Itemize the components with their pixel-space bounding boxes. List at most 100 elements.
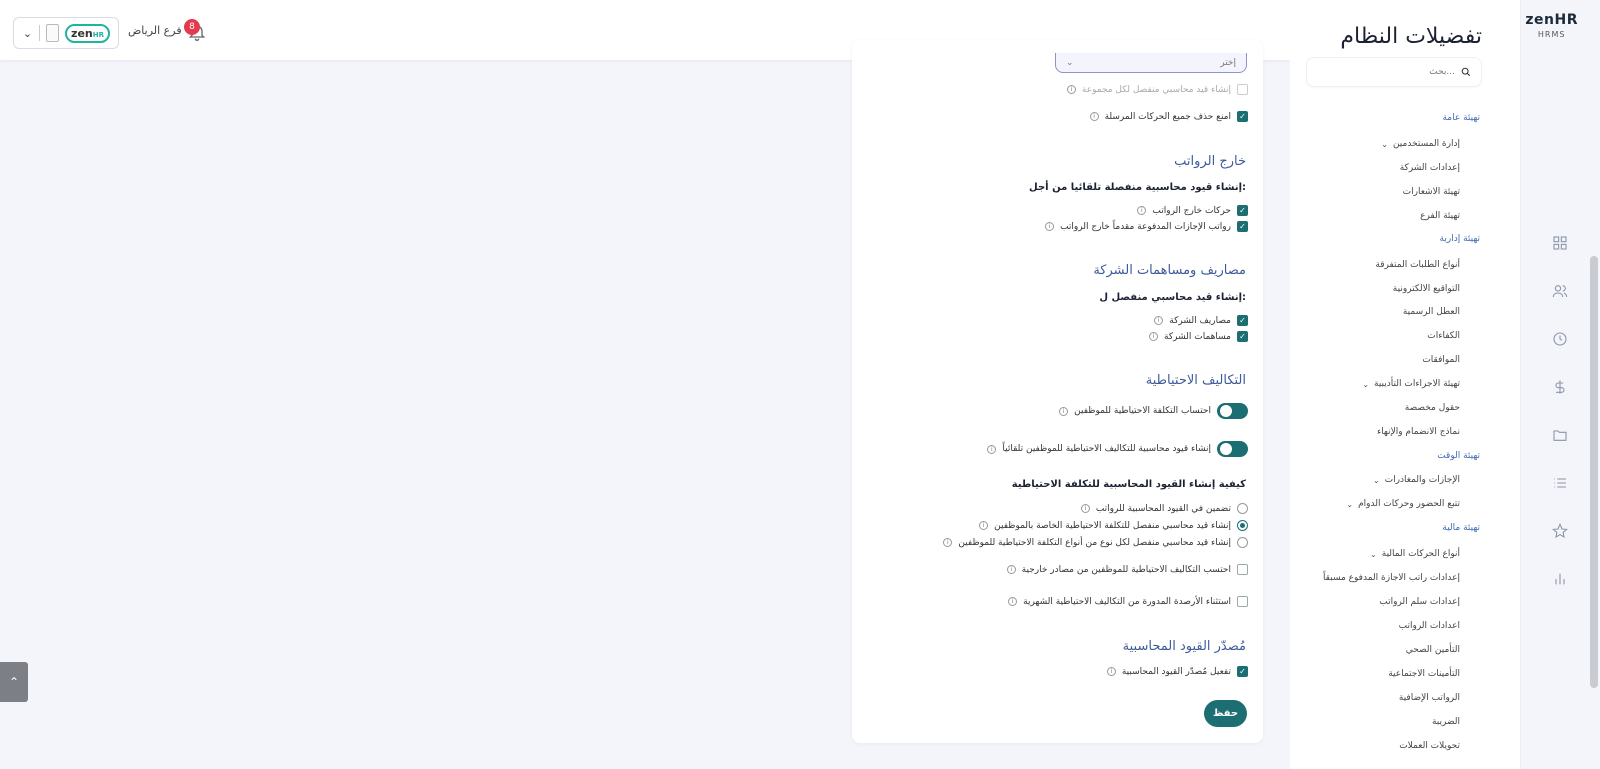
check-row[interactable]: استثناء الأرصدة المدورة من التكاليف الاح…	[1008, 596, 1248, 607]
sidebar-item-label: إعدادات سلم الرواتب	[1379, 597, 1460, 607]
check-row[interactable]: ✓ مصاريف الشركة i	[1154, 315, 1248, 326]
info-icon[interactable]: i	[1006, 565, 1016, 574]
sidebar-item[interactable]: الموافقات	[1422, 355, 1460, 365]
notification-badge: 8	[184, 19, 200, 35]
checkbox[interactable]	[1237, 564, 1248, 575]
radio-row[interactable]: تضمين في القيود المحاسبية للرواتب i	[1080, 503, 1248, 514]
checkbox[interactable]: ✓	[1237, 331, 1248, 342]
sidebar-item[interactable]: حقول مخصصة	[1405, 403, 1460, 413]
sidebar-item[interactable]: ⌄ إدارة المستخدمين	[1381, 139, 1460, 149]
info-icon[interactable]: i	[1137, 206, 1147, 215]
dollar-icon[interactable]	[1552, 379, 1568, 395]
sidebar-item[interactable]: تهيئة الاشعارات	[1403, 187, 1460, 197]
toggle-row[interactable]: إنشاء قيود محاسبية للتكاليف الاحتياطية ل…	[987, 441, 1248, 457]
checkbox[interactable]: ✓	[1237, 205, 1248, 216]
users-icon[interactable]	[1552, 283, 1568, 299]
sidebar-section-title[interactable]: تهيئة عامة	[1442, 113, 1480, 123]
sidebar-item[interactable]: ⌄ تهيئة الاجراءات التأديبية	[1362, 379, 1460, 389]
tenant-switcher[interactable]: ⌄ zenHR	[13, 17, 119, 49]
info-icon[interactable]: i	[1106, 667, 1116, 676]
radio-button[interactable]	[1237, 503, 1248, 514]
toggle-switch[interactable]	[1217, 441, 1248, 457]
chevron-down-icon: ⌄	[1370, 549, 1377, 559]
info-icon[interactable]: i	[1045, 222, 1055, 231]
sidebar-item[interactable]: نماذج الانضمام والإنهاء	[1377, 427, 1460, 437]
sidebar-section-title[interactable]: تهيئة مالية	[1442, 523, 1480, 533]
toggle-row[interactable]: احتساب التكلفة الاحتياطية للموظفين i	[1059, 403, 1248, 419]
brand-sub: HRMS	[1537, 30, 1566, 39]
brand-logo[interactable]: zenHR HRMS	[1525, 12, 1578, 39]
search-input[interactable]	[1325, 67, 1455, 77]
sidebar-section-title[interactable]: تهيئة إدارية	[1440, 234, 1480, 244]
search-box[interactable]	[1306, 57, 1482, 87]
check-row[interactable]: ✓ امنع حذف جميع الحركات المرسلة i	[1089, 111, 1248, 122]
sidebar-item[interactable]: التأمينات الاجتماعية	[1388, 669, 1460, 679]
checkbox[interactable]	[1237, 596, 1248, 607]
grid-icon[interactable]	[1552, 235, 1568, 251]
info-icon[interactable]: i	[1154, 316, 1164, 325]
check-row[interactable]: ✓ رواتب الإجازات المدفوعة مقدماً خارج ال…	[1045, 221, 1248, 232]
sidebar-item[interactable]: اعدادات الرواتب	[1399, 621, 1460, 631]
check-row[interactable]: ✓ حركات خارج الرواتب i	[1137, 205, 1248, 216]
check-row[interactable]: ✓ تفعيل مُصدّر القيود المحاسبية i	[1106, 666, 1248, 677]
radio-row[interactable]: إنشاء قيد محاسبي منفصل لكل نوع من أنواع …	[943, 537, 1248, 548]
info-icon[interactable]: i	[943, 538, 953, 547]
sidebar-item-label: تهيئة الفرع	[1420, 211, 1460, 221]
sidebar-item[interactable]: التواقيع الالكترونية	[1393, 284, 1460, 294]
radio-button[interactable]	[1237, 537, 1248, 548]
clock-icon[interactable]	[1552, 331, 1568, 347]
sidebar-item[interactable]: إعدادات سلم الرواتب	[1379, 597, 1460, 607]
check-label: حركات خارج الرواتب	[1152, 205, 1231, 216]
sidebar-item[interactable]: التأمين الصحي	[1406, 645, 1460, 655]
sidebar-item[interactable]: الرواتب الإضافية	[1399, 693, 1460, 703]
search-icon	[1461, 67, 1471, 77]
sidebar-item[interactable]: الضريبة	[1432, 717, 1460, 727]
scrollbar-thumb[interactable]	[1590, 256, 1598, 688]
sidebar-item[interactable]: تهيئة الفرع	[1420, 211, 1460, 221]
settings-card	[852, 40, 1263, 743]
radio-label: إنشاء قيد محاسبي منفصل لكل نوع من أنواع …	[958, 537, 1231, 548]
group-select[interactable]: ⌄ إختر	[1055, 53, 1247, 73]
checkbox[interactable]: ✓	[1237, 111, 1248, 122]
sidebar-item[interactable]: إعدادات الشركة	[1400, 163, 1460, 173]
sidebar-item-label: الموافقات	[1422, 355, 1460, 365]
radio-label: تضمين في القيود المحاسبية للرواتب	[1095, 503, 1231, 514]
section-title: خارج الرواتب	[1174, 154, 1246, 169]
info-icon[interactable]: i	[987, 444, 997, 454]
sidebar-item[interactable]: إعدادات راتب الاجازة المدفوع مسبقاً	[1323, 573, 1460, 583]
sidebar-item[interactable]: العطل الرسمية	[1403, 307, 1460, 317]
check-row[interactable]: ✓ مساهمات الشركة i	[1149, 331, 1248, 342]
check-label: امنع حذف جميع الحركات المرسلة	[1104, 111, 1231, 122]
sidebar-item[interactable]: ⌄ أنواع الحركات المالية	[1370, 549, 1460, 559]
check-row[interactable]: إنشاء قيد محاسبي منفصل لكل مجموعة i	[1066, 84, 1248, 95]
sidebar-item-label: الكفاءات	[1427, 331, 1460, 341]
info-icon[interactable]: i	[1149, 332, 1159, 341]
info-icon[interactable]: i	[1066, 85, 1076, 94]
radio-button[interactable]	[1237, 520, 1248, 531]
checkbox[interactable]: ✓	[1237, 666, 1248, 677]
info-icon[interactable]: i	[1080, 504, 1090, 513]
sidebar-item[interactable]: أنواع الطلبات المتفرقة	[1375, 260, 1460, 270]
scroll-to-top-button[interactable]: ⌃	[0, 662, 28, 702]
check-row[interactable]: احتسب التكاليف الاحتياطية للموظفين من مص…	[1006, 564, 1248, 575]
sidebar-section-title[interactable]: تهيئة الوقت	[1437, 451, 1480, 461]
checkbox[interactable]	[1237, 84, 1248, 95]
sidebar-item[interactable]: تحويلات العملات	[1399, 741, 1460, 751]
sidebar-item[interactable]: ⌄ تتبع الحضور وحركات الدوام	[1346, 499, 1460, 509]
checkbox[interactable]: ✓	[1237, 221, 1248, 232]
chart-icon[interactable]	[1552, 571, 1568, 587]
list-icon[interactable]	[1552, 475, 1568, 491]
sidebar-item[interactable]: الكفاءات	[1427, 331, 1460, 341]
info-icon[interactable]: i	[979, 521, 989, 530]
sidebar-item[interactable]: ⌄ الإجازات والمغادرات	[1373, 475, 1460, 485]
info-icon[interactable]: i	[1008, 597, 1018, 606]
info-icon[interactable]: i	[1089, 112, 1099, 121]
save-button[interactable]: حفظ	[1204, 700, 1247, 727]
checkbox[interactable]: ✓	[1237, 315, 1248, 326]
info-icon[interactable]: i	[1059, 406, 1069, 416]
toggle-switch[interactable]	[1217, 403, 1248, 419]
folder-icon[interactable]	[1552, 427, 1568, 443]
radio-row[interactable]: إنشاء قيد محاسبي منفصل للتكلفة الاحتياطي…	[979, 520, 1248, 531]
star-icon[interactable]	[1552, 523, 1568, 539]
select-value: إختر	[1220, 57, 1236, 68]
